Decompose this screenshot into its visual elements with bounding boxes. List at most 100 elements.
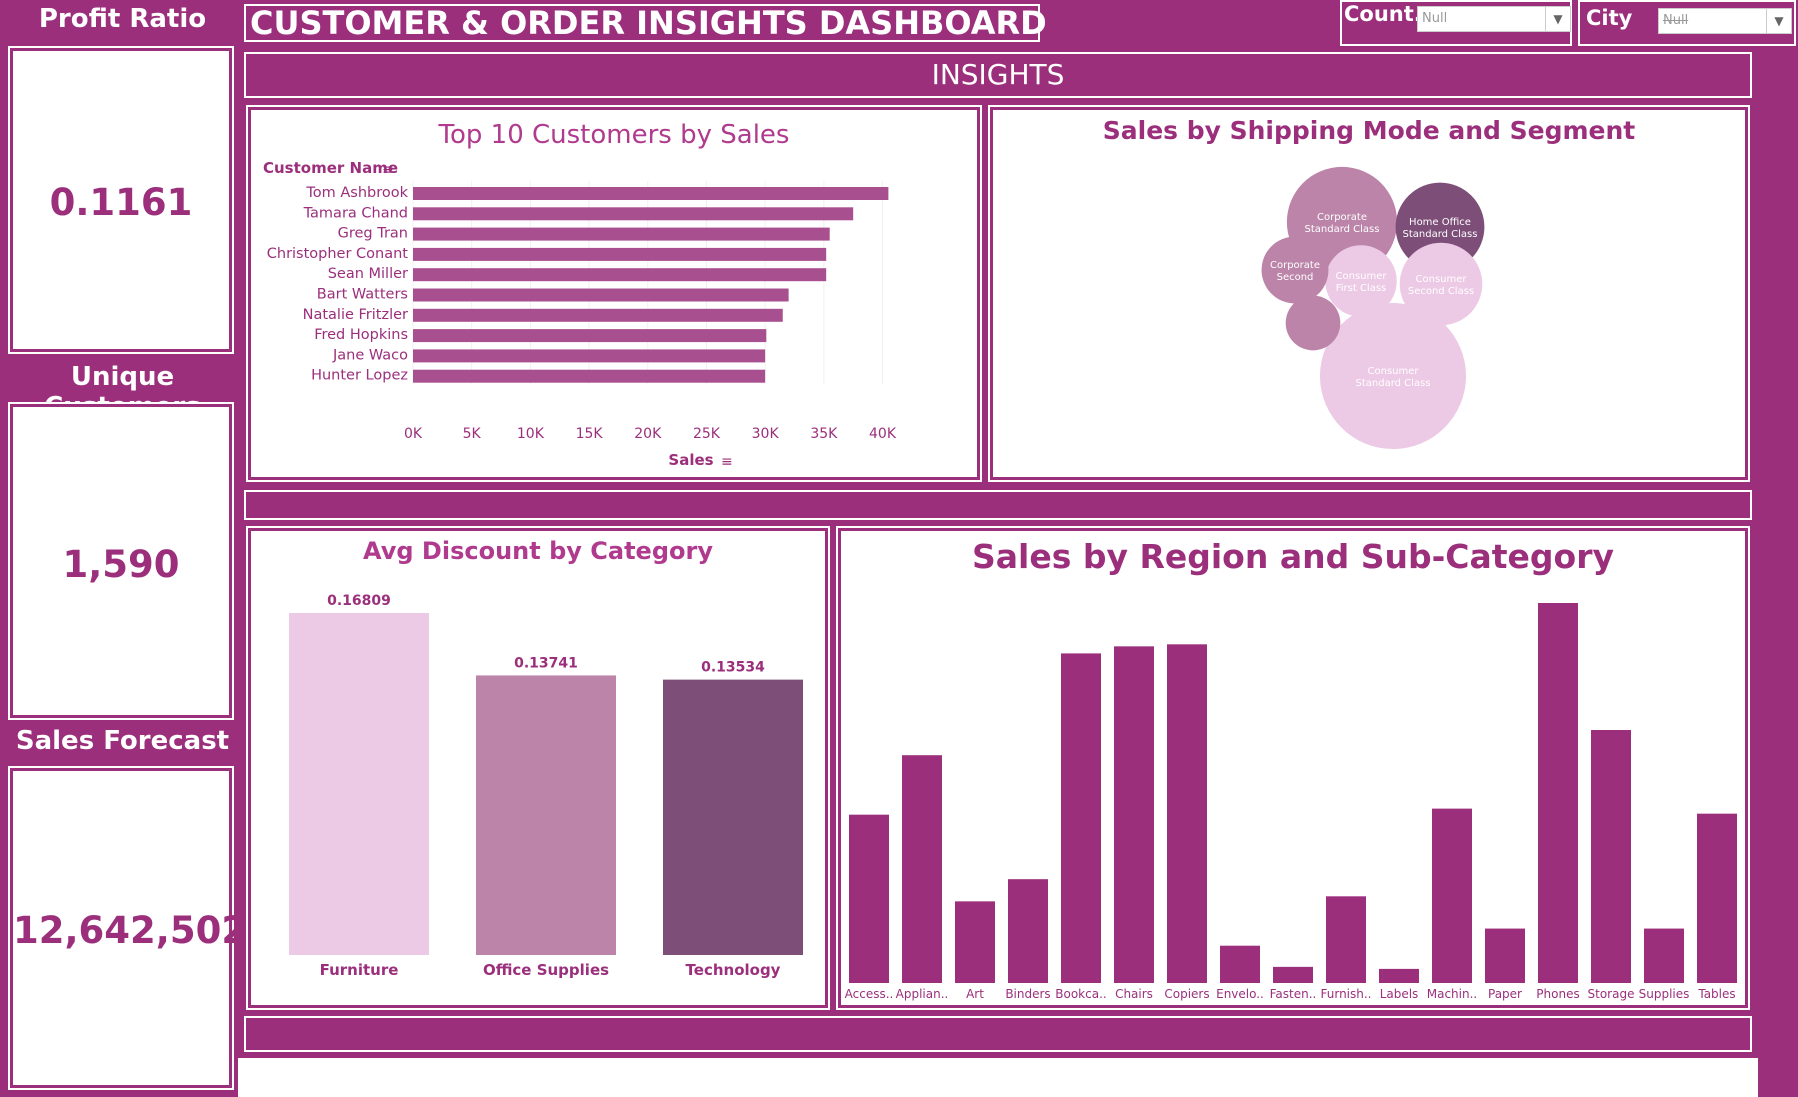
insights-band: INSIGHTS (244, 52, 1752, 98)
discount-bar (476, 675, 616, 955)
bubble-title: Sales by Shipping Mode and Segment (1102, 116, 1636, 145)
subcategory-bar (1008, 879, 1048, 983)
discount-value-label: 0.13741 (514, 655, 578, 671)
subcategory-bar (1167, 644, 1207, 983)
subcategory-label: Labels (1380, 987, 1419, 1001)
subcategory-bar (955, 901, 995, 983)
subcategory-label: Fasten.. (1270, 987, 1317, 1001)
subcategory-bar (1538, 603, 1578, 983)
category-label: Office Supplies (483, 961, 609, 979)
customer-sales-bar (413, 207, 854, 221)
shipping-segment-bubble-chart: ConsumerStandard ClassCorporateStandard … (1261, 166, 1485, 449)
subcategory-label: Envelo.. (1216, 987, 1264, 1001)
x-tick-label: 25K (693, 426, 721, 442)
customer-name-label: Tamara Chand (303, 205, 408, 221)
subcategory-label: Paper (1488, 987, 1522, 1001)
sales-axis-label: Sales (668, 451, 713, 469)
chevron-down-icon[interactable]: ▼ (1545, 7, 1570, 31)
subcategory-bar (902, 755, 942, 983)
customer-name-label: Tom Ashbrook (305, 185, 408, 201)
discount-bar (663, 679, 803, 955)
customer-sales-bar (413, 349, 766, 363)
customer-sales-bar (413, 369, 766, 383)
subcategory-bar (1273, 966, 1313, 983)
x-tick-label: 35K (810, 426, 838, 442)
bubble-mode-label: First Class (1336, 283, 1387, 294)
subcategory-bar (1432, 808, 1472, 983)
subcategory-label: Supplies (1639, 987, 1690, 1001)
x-tick-label: 15K (576, 426, 604, 442)
filter-count: Count.. Null ▼ (1340, 0, 1572, 46)
subcategory-bar (1379, 968, 1419, 983)
x-tick-label: 30K (752, 426, 780, 442)
kpi-title-unique-customers: Unique Customers (10, 362, 235, 422)
filter-city: City Null ▼ (1578, 0, 1796, 46)
bottom-band (244, 1016, 1752, 1052)
subcategory-label: Machin.. (1427, 987, 1477, 1001)
customer-name-label: Greg Tran (338, 226, 408, 242)
bubble-segment-label: Corporate (1270, 260, 1320, 271)
customer-sales-bar (413, 329, 767, 343)
customer-sales-bar (413, 308, 783, 322)
subcategory-label: Tables (1697, 987, 1735, 1001)
category-label: Furniture (320, 961, 399, 979)
category-label: Technology (686, 961, 781, 979)
customer-name-label: Natalie Fritzler (303, 307, 408, 323)
subcategory-label: Applian.. (896, 987, 949, 1001)
filter-city-label: City (1586, 6, 1633, 30)
filter-count-dropdown[interactable]: Null ▼ (1417, 6, 1571, 32)
filter-city-dropdown[interactable]: Null ▼ (1658, 8, 1792, 34)
kpi-card-unique-customers: 1,590 (8, 402, 234, 720)
bubble-segment-label: Home Office (1409, 217, 1471, 228)
discount-title: Avg Discount by Category (363, 537, 713, 565)
bubble-segment-label: Corporate (1317, 212, 1367, 223)
subcategory-label: Binders (1005, 987, 1050, 1001)
panel-shipping-segment: Sales by Shipping Mode and Segment Consu… (988, 105, 1750, 482)
x-tick-label: 5K (463, 426, 482, 442)
kpi-card-sales-forecast: 12,642,502 (8, 766, 248, 1090)
subcategory-bar (1061, 653, 1101, 983)
subcategory-bar (1697, 813, 1737, 983)
shipping-segment-bubble (1285, 295, 1341, 351)
subcategory-label: Phones (1536, 987, 1579, 1001)
subcategory-bar (1220, 945, 1260, 983)
subcategory-bar (1114, 646, 1154, 983)
customer-name-label: Jane Waco (332, 347, 408, 363)
sort-icon: ≡ (382, 162, 394, 178)
profit-ratio-label: Profit Ratio (38, 4, 207, 34)
customer-name-label: Christopher Conant (267, 246, 409, 262)
customer-sales-bar (413, 187, 889, 200)
bubble-mode-label: Standard Class (1356, 378, 1431, 389)
customer-name-label: Fred Hopkins (314, 327, 408, 343)
profit-ratio-value: 0.1161 (49, 181, 193, 224)
bubble-segment-label: Consumer (1416, 274, 1468, 285)
x-tick-label: 20K (634, 426, 662, 442)
x-tick-label: 0K (404, 426, 423, 442)
discount-value-label: 0.13534 (701, 660, 765, 676)
insights-label: INSIGHTS (931, 58, 1065, 91)
panel-top10-customers: Top 10 Customers by Sales Customer Name ≡… (246, 105, 982, 482)
customer-sales-bar (413, 268, 827, 282)
avg-discount-chart: 0.16809 Furniture 0.13741 Office Supplies 0.… (289, 593, 803, 979)
subcategory-label: Copiers (1164, 987, 1209, 1001)
bubble-mode-label: Standard Class (1403, 229, 1478, 240)
top10-title: Top 10 Customers by Sales (438, 120, 790, 150)
panel-region-subcategory: Sales by Region and Sub-Category Access.… (836, 526, 1750, 1010)
subcategory-bar (849, 814, 889, 983)
bubble-segment-label: Consumer (1336, 271, 1388, 282)
kpi-title-sales-forecast: Sales Forecast (10, 726, 235, 762)
subcategory-label: Bookca.. (1055, 987, 1106, 1001)
bubble-segment-label: Consumer (1368, 366, 1420, 377)
subcategory-label: Furnish.. (1321, 987, 1372, 1001)
filter-count-value: Null (1422, 11, 1448, 26)
customer-name-label: Bart Watters (317, 287, 408, 303)
subcategory-bar (1326, 896, 1366, 983)
top10-customers-chart: Customer Name≡Tom AshbrookTamara ChandGr… (263, 159, 897, 470)
dashboard-title-box: CUSTOMER & ORDER INSIGHTS DASHBOARD (244, 4, 1047, 42)
subcategory-bar (1485, 928, 1525, 983)
sales-forecast-value: 12,642,502 (13, 909, 248, 952)
discount-bar (289, 613, 429, 955)
kpi-card-profit-ratio: 0.1161 (8, 46, 234, 354)
chevron-down-icon[interactable]: ▼ (1766, 9, 1791, 33)
sales-forecast-label: Sales Forecast (15, 726, 230, 756)
